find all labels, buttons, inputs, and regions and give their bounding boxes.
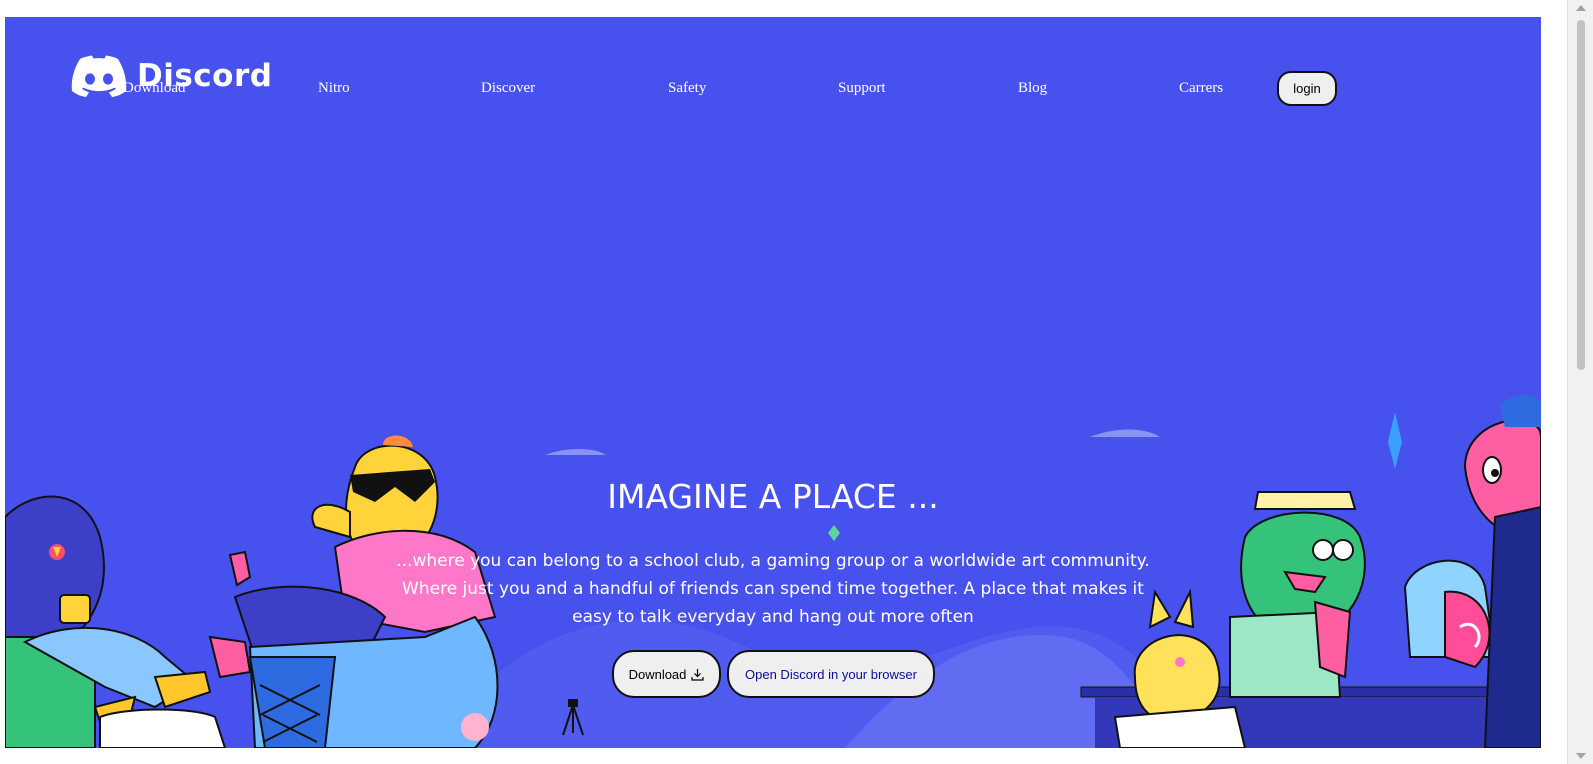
vertical-scrollbar[interactable] [1567, 0, 1593, 764]
scroll-down-icon[interactable] [1576, 753, 1586, 759]
hero-illustration [5, 395, 1541, 748]
hero-title: IMAGINE A PLACE ... [607, 477, 939, 516]
download-icon [691, 668, 705, 681]
scrollbar-thumb[interactable] [1577, 20, 1585, 370]
hero-description: ...where you can belong to a school club… [396, 551, 1150, 627]
download-button-label: Download [628, 666, 687, 682]
download-button[interactable]: Download [612, 650, 721, 698]
scroll-up-icon[interactable] [1576, 5, 1586, 11]
open-in-browser-button[interactable]: Open Discord in your browser [727, 650, 935, 698]
page-body: Discord Download Nitro Discover Safety S… [5, 17, 1541, 748]
